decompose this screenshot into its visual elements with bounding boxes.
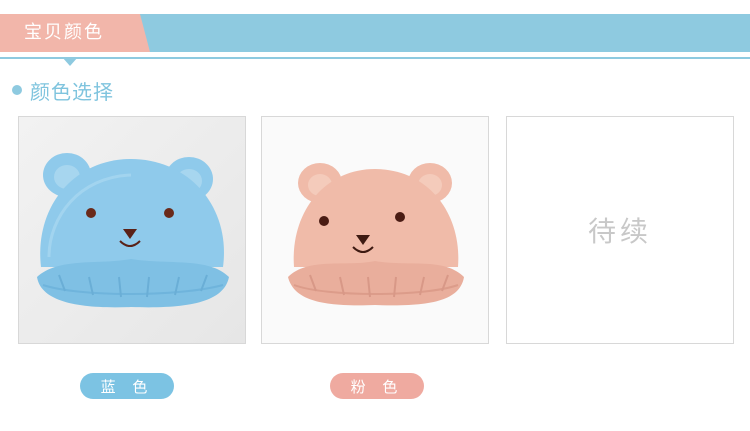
header-tab: 宝贝颜色	[0, 14, 150, 52]
header-tab-label: 宝贝颜色	[24, 22, 104, 43]
color-option-placeholder: 待续	[506, 116, 734, 344]
section-title: 颜色选择	[12, 76, 114, 104]
color-option-blue-image[interactable]	[18, 116, 246, 344]
header-underline	[0, 57, 750, 59]
placeholder-text: 待续	[587, 215, 652, 248]
section-title-label: 颜色选择	[30, 79, 114, 104]
pink-bear-cap-image	[288, 163, 464, 306]
blue-bear-cap-image	[37, 153, 229, 308]
color-label-blue[interactable]: 蓝 色	[80, 373, 174, 399]
bullet-icon	[12, 85, 22, 95]
color-option-pink-image[interactable]	[261, 116, 489, 344]
color-label-pink[interactable]: 粉 色	[330, 373, 424, 399]
